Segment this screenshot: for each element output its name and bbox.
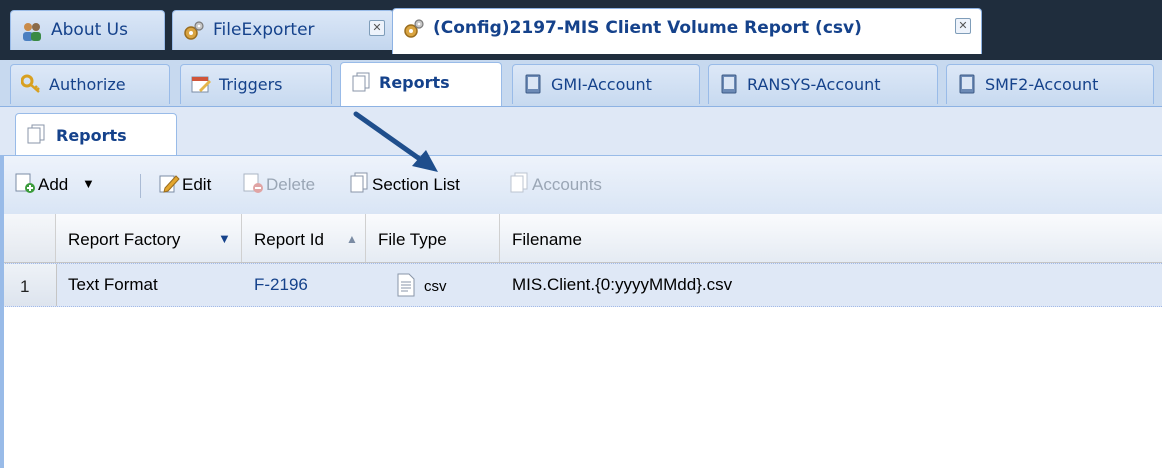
column-label: Filename <box>512 230 582 249</box>
cell-filename: MIS.Client.{0:yyyyMMdd}.csv <box>500 264 1162 306</box>
toolbar: Add ▼ Edit Delete Section List Accounts <box>0 156 1162 215</box>
cell-report-factory: Text Format <box>56 264 242 306</box>
tab-label: FileExporter <box>213 20 315 40</box>
left-panel-border <box>0 156 4 468</box>
sort-asc-icon: ▲ <box>346 232 358 246</box>
tab-reports-inner[interactable]: Reports <box>15 113 177 155</box>
grid-header: Report Factory ▼ Report Id ▲ File Type F… <box>0 214 1162 263</box>
edit-label: Edit <box>182 175 212 194</box>
tab-label: Authorize <box>49 75 126 94</box>
tab-gmi-account[interactable]: GMI-Account <box>512 64 700 104</box>
column-report-id[interactable]: Report Id ▲ <box>242 214 366 262</box>
gears-icon <box>184 21 204 40</box>
server-icon <box>525 74 541 94</box>
tab-label: About Us <box>51 20 128 40</box>
sub-tab-strip: Authorize Triggers Reports GMI-Account R… <box>0 60 1162 107</box>
cell-text: csv <box>424 278 447 295</box>
tab-about-us[interactable]: About Us <box>10 10 165 50</box>
chevron-down-icon[interactable]: ▼ <box>218 231 231 246</box>
row-number-header <box>0 214 56 262</box>
cell-text: Text Format <box>68 275 158 294</box>
add-label: Add <box>38 175 69 194</box>
edit-button[interactable]: Edit <box>158 172 232 198</box>
add-button[interactable]: Add ▼ <box>14 172 124 198</box>
tab-label: Reports <box>379 73 450 92</box>
cell-text: F-2196 <box>254 275 308 294</box>
column-label: File Type <box>378 230 447 249</box>
cell-file-type: csv <box>366 264 500 306</box>
inner-tab-strip: Reports <box>0 107 1162 156</box>
server-icon <box>959 74 975 94</box>
close-icon[interactable]: ✕ <box>369 20 385 36</box>
pages-icon <box>510 172 528 193</box>
delete-button[interactable]: Delete <box>242 172 342 198</box>
arrow-annotation-icon <box>353 111 438 172</box>
accounts-label: Accounts <box>532 175 602 194</box>
tab-label: Reports <box>56 126 127 145</box>
calendar-edit-icon <box>191 76 211 93</box>
tab-label: SMF2-Account <box>985 75 1099 94</box>
top-tab-strip: About Us FileExporter ✕ (Config)2197-MIS… <box>0 0 1162 60</box>
tab-label: RANSYS-Account <box>747 75 881 94</box>
server-icon <box>721 74 737 94</box>
tab-ransys-account[interactable]: RANSYS-Account <box>708 64 938 104</box>
tab-smf2-account[interactable]: SMF2-Account <box>946 64 1154 104</box>
column-report-factory[interactable]: Report Factory ▼ <box>56 214 242 262</box>
column-filename[interactable]: Filename <box>500 214 1162 262</box>
tab-fileexporter[interactable]: FileExporter ✕ <box>172 10 394 50</box>
tab-label: Triggers <box>219 75 283 94</box>
delete-label: Delete <box>266 175 316 194</box>
column-label: Report Factory <box>68 230 181 249</box>
close-icon[interactable]: ✕ <box>955 18 971 34</box>
row-number: 1 <box>0 264 57 306</box>
cell-report-id: F-2196 <box>242 264 366 306</box>
tab-triggers[interactable]: Triggers <box>180 64 332 104</box>
pages-icon <box>352 72 370 92</box>
tab-config-2197[interactable]: (Config)2197-MIS Client Volume Report (c… <box>392 8 982 54</box>
tab-reports[interactable]: Reports <box>340 62 502 106</box>
add-page-icon <box>15 173 35 193</box>
table-row[interactable]: 1 Text Format F-2196 csv MIS.Client.{0:y… <box>0 263 1162 307</box>
edit-icon <box>159 175 180 193</box>
document-icon <box>397 273 415 297</box>
group-icon <box>23 23 41 41</box>
cell-text: MIS.Client.{0:yyyyMMdd}.csv <box>512 275 733 294</box>
row-number-label: 1 <box>20 277 30 296</box>
tab-authorize[interactable]: Authorize <box>10 64 170 104</box>
chevron-down-icon: ▼ <box>82 176 95 191</box>
accounts-button[interactable]: Accounts <box>508 172 638 198</box>
column-label: Report Id <box>254 230 324 249</box>
app-window: About Us FileExporter ✕ (Config)2197-MIS… <box>0 0 1162 468</box>
tab-label: (Config)2197-MIS Client Volume Report (c… <box>433 18 862 38</box>
tab-label: GMI-Account <box>551 75 652 94</box>
toolbar-separator <box>140 174 141 198</box>
delete-page-icon <box>243 173 263 193</box>
pages-icon <box>27 124 45 144</box>
gears-icon <box>404 19 424 38</box>
key-icon <box>21 74 40 93</box>
column-file-type[interactable]: File Type <box>366 214 500 262</box>
